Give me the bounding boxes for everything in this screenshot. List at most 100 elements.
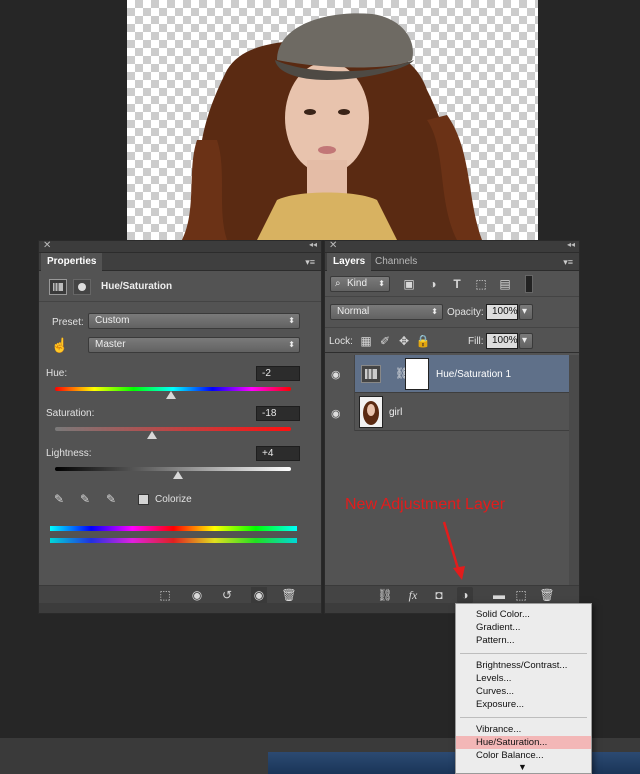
move-icon[interactable]: ✥ bbox=[396, 333, 412, 349]
fx-icon[interactable]: fx bbox=[405, 587, 421, 603]
collapse-icon[interactable]: ◂◂ bbox=[309, 240, 317, 249]
eye-icon[interactable]: ◉ bbox=[251, 587, 267, 603]
lock-transparent-icon[interactable]: ▦ bbox=[358, 333, 374, 349]
collapse-icon[interactable]: ◂◂ bbox=[567, 240, 575, 249]
tab-layers[interactable]: Layers bbox=[327, 253, 372, 271]
stepper-icon: ⬍ bbox=[288, 340, 295, 349]
adjustment-icon[interactable]: ◑ bbox=[457, 587, 473, 603]
filter-type-icon[interactable]: T bbox=[449, 276, 465, 292]
properties-footer: ⬚ ◉ ↺ ◉ 🗑 bbox=[39, 585, 321, 603]
menu-item-pattern[interactable]: Pattern... bbox=[456, 634, 591, 647]
output-color-bar bbox=[50, 538, 297, 543]
lock-row: Lock: ▦ ✐ ✥ 🔒 Fill: 100% ▾ bbox=[325, 327, 579, 353]
new-layer-icon[interactable]: ⬚ bbox=[513, 587, 529, 603]
lightness-slider-thumb[interactable] bbox=[173, 471, 183, 479]
saturation-input[interactable]: -18 bbox=[256, 406, 300, 421]
lightness-label: Lightness: bbox=[46, 448, 92, 459]
hand-target-icon[interactable]: ☝ bbox=[51, 337, 68, 353]
menu-item-vibrance[interactable]: Vibrance... bbox=[456, 723, 591, 736]
panel-menu-icon[interactable]: ▾≡ bbox=[305, 257, 315, 268]
menu-item-levels[interactable]: Levels... bbox=[456, 672, 591, 685]
fill-label: Fill: bbox=[468, 336, 484, 347]
eyedropper-icon[interactable]: ✎ bbox=[51, 491, 67, 507]
panel-menu-icon[interactable]: ▾≡ bbox=[563, 257, 573, 268]
colorize-label: Colorize bbox=[155, 494, 192, 505]
fill-dropdown[interactable]: ▾ bbox=[519, 333, 533, 349]
layer-thumbnail[interactable] bbox=[359, 396, 383, 428]
menu-item-curves[interactable]: Curves... bbox=[456, 685, 591, 698]
tab-channels[interactable]: Channels bbox=[369, 253, 423, 271]
filter-shape-icon[interactable]: ⬚ bbox=[473, 276, 489, 292]
stepper-icon: ⬍ bbox=[431, 307, 438, 316]
tab-bar: Properties ▾≡ bbox=[39, 253, 321, 271]
menu-item-hue-saturation[interactable]: Hue/Saturation... bbox=[456, 736, 591, 749]
properties-panel: ✕ ◂◂ Properties ▾≡ Hue/Saturation Preset… bbox=[38, 240, 322, 614]
menu-item-solid-color[interactable]: Solid Color... bbox=[456, 608, 591, 621]
filter-adjustment-icon[interactable]: ◑ bbox=[425, 276, 441, 292]
menu-item-color-balance[interactable]: Color Balance... bbox=[456, 749, 591, 762]
annotation-arrow bbox=[442, 521, 465, 580]
hue-input[interactable]: -2 bbox=[256, 366, 300, 381]
layer-row-hue-saturation[interactable]: ⛓ Hue/Saturation 1 bbox=[355, 355, 569, 393]
preset-value: Custom bbox=[95, 315, 130, 326]
view-previous-icon[interactable]: ◉ bbox=[189, 587, 205, 603]
menu-item-gradient[interactable]: Gradient... bbox=[456, 621, 591, 634]
opacity-dropdown[interactable]: ▾ bbox=[519, 304, 533, 320]
hue-label: Hue: bbox=[46, 368, 68, 379]
mask-icon[interactable]: ◘ bbox=[431, 587, 447, 603]
close-icon[interactable]: ✕ bbox=[329, 240, 337, 251]
colorize-checkbox[interactable] bbox=[138, 494, 149, 505]
clip-to-layer-icon[interactable]: ⬚ bbox=[157, 587, 173, 603]
menu-separator bbox=[460, 717, 587, 718]
menu-item-exposure[interactable]: Exposure... bbox=[456, 698, 591, 711]
layers-scrollbar[interactable] bbox=[569, 355, 579, 585]
saturation-slider-thumb[interactable] bbox=[147, 431, 157, 439]
adjustment-icon[interactable] bbox=[49, 279, 67, 295]
input-color-bar bbox=[50, 526, 297, 531]
filter-smart-object-icon[interactable]: ▤ bbox=[497, 276, 513, 292]
eyedropper-minus-icon[interactable]: ✎ bbox=[103, 491, 119, 507]
range-value: Master bbox=[95, 339, 126, 350]
opacity-input[interactable]: 100% bbox=[486, 304, 518, 320]
filter-pixel-icon[interactable]: ▣ bbox=[401, 276, 417, 292]
brush-icon[interactable]: ✐ bbox=[377, 333, 393, 349]
eyedropper-plus-icon[interactable]: ✎ bbox=[77, 491, 93, 507]
filter-kind-select[interactable]: ⌕ Kind ⬍ bbox=[330, 276, 390, 292]
layer-mask-thumbnail[interactable] bbox=[405, 358, 429, 390]
adjustment-title: Hue/Saturation bbox=[101, 281, 173, 292]
lightness-input[interactable]: +4 bbox=[256, 446, 300, 461]
fill-input[interactable]: 100% bbox=[486, 333, 518, 349]
document-canvas[interactable] bbox=[127, 0, 538, 240]
filter-toggle[interactable] bbox=[525, 275, 533, 293]
search-icon: ⌕ bbox=[335, 278, 341, 289]
lock-label: Lock: bbox=[329, 336, 353, 347]
lock-icon[interactable]: 🔒 bbox=[415, 333, 431, 349]
menu-separator bbox=[460, 653, 587, 654]
blend-mode-value: Normal bbox=[337, 306, 370, 317]
trash-icon[interactable]: 🗑 bbox=[539, 587, 555, 603]
tab-properties[interactable]: Properties bbox=[41, 253, 103, 271]
saturation-slider-track[interactable] bbox=[55, 427, 291, 431]
resize-grip[interactable] bbox=[39, 603, 321, 613]
reset-icon[interactable]: ↺ bbox=[219, 587, 235, 603]
annotation-text: New Adjustment Layer bbox=[345, 496, 506, 513]
link-icon[interactable]: ⛓ bbox=[377, 587, 393, 603]
layer-name: girl bbox=[389, 407, 403, 418]
stepper-icon: ⬍ bbox=[378, 279, 385, 288]
hue-slider-thumb[interactable] bbox=[166, 391, 176, 399]
adjustment-layer-menu: Solid Color... Gradient... Pattern... Br… bbox=[455, 603, 592, 774]
layer-row-girl[interactable]: girl bbox=[355, 393, 569, 431]
folder-icon[interactable]: ▬ bbox=[491, 587, 507, 603]
preset-label: Preset: bbox=[52, 317, 84, 328]
scroll-down-icon[interactable]: ▼ bbox=[518, 762, 527, 772]
close-icon[interactable]: ✕ bbox=[43, 240, 51, 251]
range-select[interactable]: Master ⬍ bbox=[88, 337, 300, 353]
mask-icon[interactable] bbox=[73, 279, 91, 295]
trash-icon[interactable]: 🗑 bbox=[281, 587, 297, 603]
opacity-label: Opacity: bbox=[447, 307, 484, 318]
preset-select[interactable]: Custom ⬍ bbox=[88, 313, 300, 329]
blend-mode-select[interactable]: Normal ⬍ bbox=[330, 304, 443, 320]
eye-column bbox=[325, 355, 355, 431]
layer-name: Hue/Saturation 1 bbox=[436, 369, 512, 380]
menu-item-brightness-contrast[interactable]: Brightness/Contrast... bbox=[456, 659, 591, 672]
